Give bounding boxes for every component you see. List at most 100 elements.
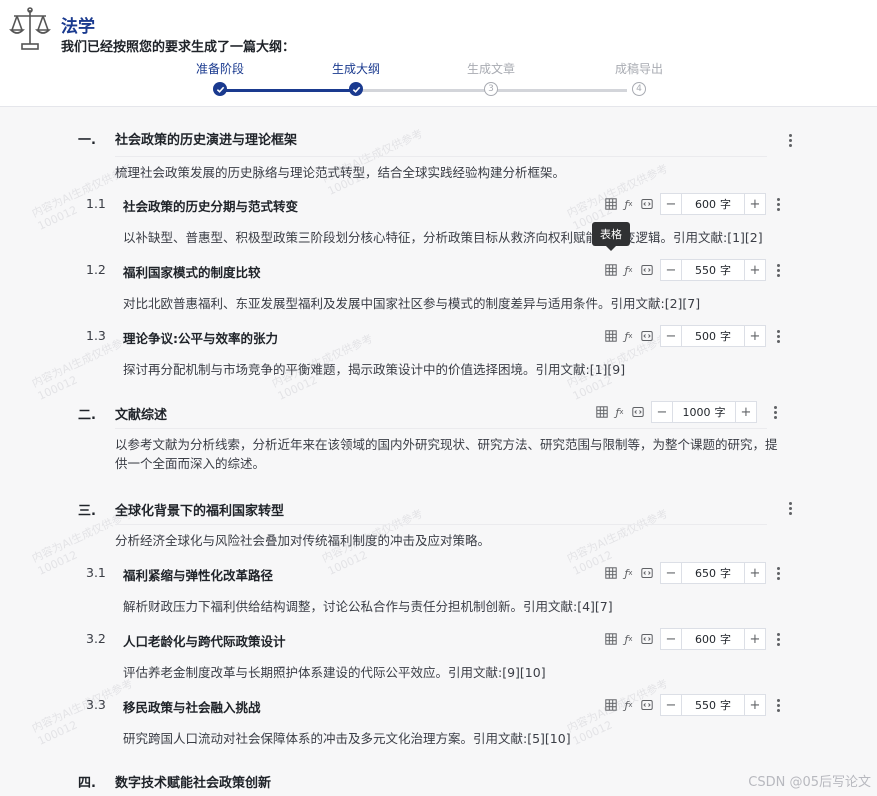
increase-button[interactable]: + <box>744 694 766 716</box>
word-count-value[interactable]: 650 字 <box>682 562 744 584</box>
table-icon[interactable] <box>602 262 619 279</box>
decrease-button[interactable]: − <box>660 193 682 215</box>
subsection-toolbar: ƒx − 650 字 + <box>602 562 785 584</box>
decrease-button[interactable]: − <box>651 401 673 423</box>
word-count-value[interactable]: 550 字 <box>682 259 744 281</box>
subsection-number: 1.3 <box>86 328 106 343</box>
subsection-number: 3.3 <box>86 697 106 712</box>
table-icon[interactable] <box>602 631 619 648</box>
formula-icon[interactable]: ƒx <box>620 262 637 279</box>
subsection-description[interactable]: 研究跨国人口流动对社会保障体系的冲击及多元文化治理方案。引用文献:[5][10] <box>123 729 787 748</box>
formula-icon[interactable]: ƒx <box>620 565 637 582</box>
outline-content[interactable]: 内容为AI生成仅供参考 100012 内容为AI生成仅供参考 100012 内容为A… <box>0 107 877 796</box>
code-icon[interactable] <box>638 565 655 582</box>
section-title[interactable]: 社会政策的历史演进与理论框架 <box>115 129 297 148</box>
formula-icon[interactable]: ƒx <box>620 697 637 714</box>
subsection-title[interactable]: 人口老龄化与跨代际政策设计 <box>123 631 286 650</box>
outline-paper: 一. 社会政策的历史演进与理论框架 梳理社会政策发展的历史脉络与理论范式转型，结… <box>72 107 807 796</box>
subsection-description[interactable]: 对比北欧普惠福利、东亚发展型福利及发展中国家社区参与模式的制度差异与适用条件。引… <box>123 294 787 313</box>
code-icon[interactable] <box>629 404 646 421</box>
increase-button[interactable]: + <box>744 562 766 584</box>
outline-subtitle: 我们已经按照您的要求生成了一篇大纲： <box>61 40 296 55</box>
step-article[interactable]: 生成文章 3 <box>431 60 551 96</box>
subsection-description[interactable]: 评估养老金制度改革与长期照护体系建设的代际公平效应。引用文献:[9][10] <box>123 663 787 682</box>
decrease-button[interactable]: − <box>660 628 682 650</box>
section-description[interactable]: 梳理社会政策发展的历史脉络与理论范式转型，结合全球实践经验构建分析框架。 <box>115 163 789 182</box>
more-options-icon[interactable] <box>771 325 785 347</box>
step-export[interactable]: 成稿导出 4 <box>579 60 699 96</box>
increase-button[interactable]: + <box>744 325 766 347</box>
formula-icon[interactable]: ƒx <box>620 196 637 213</box>
code-icon[interactable] <box>638 697 655 714</box>
table-icon[interactable] <box>593 404 610 421</box>
word-count-value[interactable]: 600 字 <box>682 193 744 215</box>
table-icon[interactable] <box>602 697 619 714</box>
decrease-button[interactable]: − <box>660 562 682 584</box>
word-count-value[interactable]: 500 字 <box>682 325 744 347</box>
table-icon[interactable] <box>602 196 619 213</box>
word-count-stepper[interactable]: − 1000 字 + <box>651 401 757 423</box>
more-options-icon[interactable] <box>771 628 785 650</box>
subsection-description[interactable]: 探讨再分配机制与市场竞争的平衡难题，揭示政策设计中的价值选择困境。引用文献:[1… <box>123 360 787 379</box>
more-options-icon[interactable] <box>768 401 782 423</box>
header: 法学 我们已经按照您的要求生成了一篇大纲： 准备阶段 生成大纲 生成文章 3 成… <box>0 0 877 107</box>
step-prepare[interactable]: 准备阶段 <box>160 60 280 96</box>
subsection-toolbar: ƒx − 550 字 + <box>602 694 785 716</box>
word-count-value[interactable]: 1000 字 <box>673 401 735 423</box>
decrease-button[interactable]: − <box>660 694 682 716</box>
code-icon[interactable] <box>638 328 655 345</box>
subsection-title[interactable]: 移民政策与社会融入挑战 <box>123 697 261 716</box>
increase-button[interactable]: + <box>744 259 766 281</box>
increase-button[interactable]: + <box>744 628 766 650</box>
step-outline[interactable]: 生成大纲 <box>296 60 416 96</box>
formula-icon[interactable]: ƒx <box>620 328 637 345</box>
section-description[interactable]: 分析经济全球化与风险社会叠加对传统福利制度的冲击及应对策略。 <box>115 531 789 550</box>
word-count-stepper[interactable]: − 550 字 + <box>660 694 766 716</box>
section-title[interactable]: 数字技术赋能社会政策创新 <box>115 772 271 791</box>
more-options-icon[interactable] <box>783 129 797 151</box>
decrease-button[interactable]: − <box>660 259 682 281</box>
section-title[interactable]: 全球化背景下的福利国家转型 <box>115 500 284 519</box>
word-count-value[interactable]: 600 字 <box>682 628 744 650</box>
word-count-stepper[interactable]: − 600 字 + <box>660 628 766 650</box>
section-description[interactable]: 以参考文献为分析线索，分析近年来在该领域的国内外研究现状、研究方法、研究范围与限… <box>115 435 789 473</box>
subject-title: 法学 <box>61 17 95 37</box>
subsection-title[interactable]: 理论争议:公平与效率的张力 <box>123 328 278 347</box>
subsection-title[interactable]: 福利国家模式的制度比较 <box>123 262 261 281</box>
increase-button[interactable]: + <box>744 193 766 215</box>
step-label: 生成大纲 <box>331 62 380 76</box>
word-count-stepper[interactable]: − 650 字 + <box>660 562 766 584</box>
more-options-icon[interactable] <box>783 497 797 519</box>
step-label: 成稿导出 <box>614 62 663 76</box>
subsection-title[interactable]: 福利紧缩与弹性化改革路径 <box>123 565 273 584</box>
more-options-icon[interactable] <box>771 562 785 584</box>
code-icon[interactable] <box>638 196 655 213</box>
subsection-description[interactable]: 解析财政压力下福利供给结构调整，讨论公私合作与责任分担机制创新。引用文献:[4]… <box>123 597 787 616</box>
subsection-toolbar: ƒx − 600 字 + <box>602 628 785 650</box>
code-icon[interactable] <box>638 262 655 279</box>
decrease-button[interactable]: − <box>660 325 682 347</box>
word-count-value[interactable]: 550 字 <box>682 694 744 716</box>
table-tooltip: 表格 <box>592 222 630 251</box>
section-title[interactable]: 文献综述 <box>115 404 167 423</box>
formula-icon[interactable]: ƒx <box>611 404 628 421</box>
subsection-description[interactable]: 以补缺型、普惠型、积极型政策三阶段划分核心特征，分析政策目标从救济向权利赋能的演… <box>123 228 787 247</box>
increase-button[interactable]: + <box>735 401 757 423</box>
progress-stepper: 准备阶段 生成大纲 生成文章 3 成稿导出 4 <box>0 60 877 106</box>
code-icon[interactable] <box>638 631 655 648</box>
more-options-icon[interactable] <box>771 193 785 215</box>
check-icon <box>349 82 363 96</box>
formula-icon[interactable]: ƒx <box>620 631 637 648</box>
step-label: 准备阶段 <box>195 62 244 76</box>
more-options-icon[interactable] <box>771 259 785 281</box>
subsection-title[interactable]: 社会政策的历史分期与范式转变 <box>123 196 298 215</box>
table-icon[interactable] <box>602 328 619 345</box>
divider <box>115 428 767 429</box>
step-number: 3 <box>484 82 498 96</box>
table-icon[interactable] <box>602 565 619 582</box>
word-count-stepper[interactable]: − 550 字 + <box>660 259 766 281</box>
section-number: 二. <box>78 408 96 423</box>
word-count-stepper[interactable]: − 600 字 + <box>660 193 766 215</box>
word-count-stepper[interactable]: − 500 字 + <box>660 325 766 347</box>
more-options-icon[interactable] <box>771 694 785 716</box>
